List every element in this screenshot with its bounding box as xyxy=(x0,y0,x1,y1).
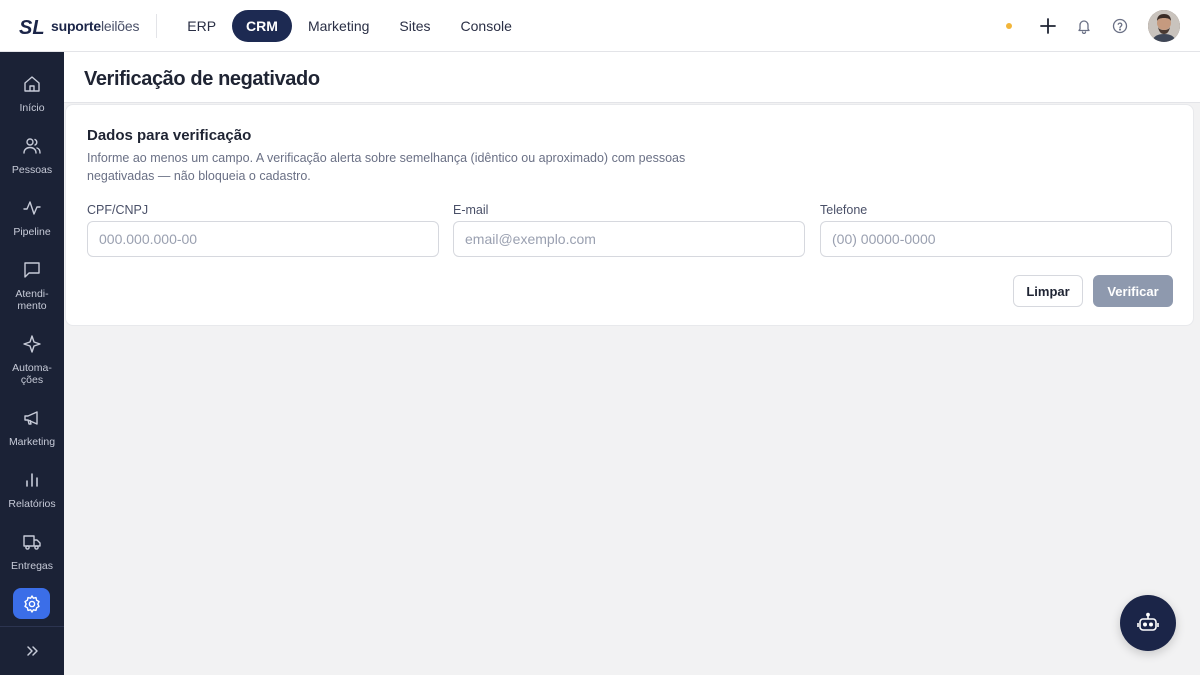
nav-item-sites[interactable]: Sites xyxy=(385,10,444,42)
nav-item-console[interactable]: Console xyxy=(447,10,526,42)
sidebar-item-label: Automa- ções xyxy=(12,362,52,386)
chevrons-right-icon xyxy=(27,646,38,656)
truck-icon xyxy=(23,535,41,550)
email-label: E-mail xyxy=(453,203,489,217)
plus-icon[interactable] xyxy=(1038,16,1058,36)
cpf-label: CPF/CNPJ xyxy=(87,203,149,217)
top-bar: SL suporteleilões ERP CRM Marketing Site… xyxy=(0,0,1200,52)
cpf-field: CPF/CNPJ xyxy=(87,201,439,257)
phone-label: Telefone xyxy=(820,203,868,217)
sidebar-item-label: Pipeline xyxy=(13,226,51,238)
clear-button[interactable]: Limpar xyxy=(1013,275,1083,307)
chat-icon xyxy=(24,262,40,278)
nav-item-erp[interactable]: ERP xyxy=(173,10,230,42)
page-header: Verificação de negativado xyxy=(64,52,1200,103)
sidebar-item-marketing[interactable]: Marketing xyxy=(0,408,64,448)
sidebar-item-entregas[interactable]: Entregas xyxy=(0,532,64,572)
sidebar-item-settings[interactable] xyxy=(13,588,50,619)
sidebar-item-label: Atendi- mento xyxy=(15,288,49,312)
bar-chart-icon xyxy=(26,473,38,487)
logo-mark-icon: SL xyxy=(19,17,45,38)
sidebar-item-label: Marketing xyxy=(8,436,56,448)
verify-button[interactable]: Verificar xyxy=(1093,275,1173,307)
sparkle-icon xyxy=(23,335,41,353)
verification-card: Dados para verificação Informe ao menos … xyxy=(65,104,1194,326)
sidebar-item-label: Relatórios xyxy=(8,498,56,510)
sidebar-item-inicio[interactable]: Início xyxy=(0,74,64,114)
sidebar-item-pipeline[interactable]: Pipeline xyxy=(0,198,64,238)
pulse-icon xyxy=(23,201,41,215)
status-dot xyxy=(1006,23,1012,29)
phone-field: Telefone xyxy=(820,201,1172,257)
people-icon xyxy=(23,138,41,154)
megaphone-icon xyxy=(24,411,38,425)
brand-name: suporteleilões xyxy=(51,17,140,34)
nav-item-crm[interactable]: CRM xyxy=(232,9,292,42)
home-icon xyxy=(24,76,40,92)
bell-icon[interactable] xyxy=(1074,16,1094,36)
cpf-input[interactable] xyxy=(87,221,439,257)
card-title: Dados para verificação xyxy=(87,127,252,144)
divider xyxy=(156,13,158,38)
gear-icon xyxy=(23,594,40,613)
sidebar-item-label: Entregas xyxy=(10,560,54,572)
sidebar-item-relatorios[interactable]: Relatórios xyxy=(0,470,64,510)
phone-input[interactable] xyxy=(820,221,1172,257)
sidebar: Início Pessoas Pipeline Atendi- mento Au… xyxy=(0,52,64,675)
help-icon[interactable] xyxy=(1110,16,1130,36)
top-actions xyxy=(1006,0,1180,52)
email-field: E-mail xyxy=(453,201,805,257)
sidebar-item-automacoes[interactable]: Automa- ções xyxy=(0,334,64,386)
brand-logo[interactable]: SL suporteleilões xyxy=(19,0,139,52)
page-title: Verificação de negativado xyxy=(84,68,320,90)
assistant-fab[interactable] xyxy=(1120,595,1176,651)
avatar[interactable] xyxy=(1148,10,1180,42)
svg-text:SL: SL xyxy=(19,17,45,38)
sidebar-collapse-button[interactable] xyxy=(0,626,64,675)
sidebar-item-atendimento[interactable]: Atendi- mento xyxy=(0,260,64,312)
nav-item-marketing[interactable]: Marketing xyxy=(294,10,383,42)
email-input[interactable] xyxy=(453,221,805,257)
sidebar-item-label: Pessoas xyxy=(11,164,53,176)
sidebar-item-label: Início xyxy=(19,102,45,114)
card-description: Informe ao menos um campo. A verificação… xyxy=(87,151,686,183)
main-nav: ERP CRM Marketing Sites Console xyxy=(173,9,526,42)
robot-icon xyxy=(1137,612,1159,631)
sidebar-item-pessoas[interactable]: Pessoas xyxy=(0,136,64,176)
